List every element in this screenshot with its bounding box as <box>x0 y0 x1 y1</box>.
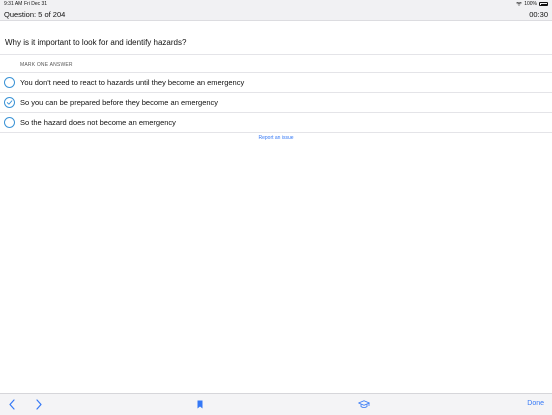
header-bar: Question: 5 of 204 00:30 <box>0 8 552 21</box>
answer-option-3[interactable]: So the hazard does not become an emergen… <box>0 112 552 133</box>
answer-instruction: MARK ONE ANSWER <box>20 62 73 68</box>
done-button[interactable]: Done <box>527 400 544 407</box>
answer-option-1[interactable]: You don't need to react to hazards until… <box>0 72 552 92</box>
radio-checked-icon[interactable] <box>4 97 15 108</box>
radio-unchecked-icon[interactable] <box>4 77 15 88</box>
answer-text: You don't need to react to hazards until… <box>20 78 245 87</box>
status-bar: 9:31 AM Fri Dec 31 100% <box>0 0 552 8</box>
status-date: Fri Dec 31 <box>24 1 48 7</box>
bottom-toolbar: Done <box>0 393 552 415</box>
bookmark-icon[interactable] <box>197 400 203 409</box>
checkmark-icon <box>6 100 13 105</box>
wifi-icon <box>516 2 523 6</box>
graduation-cap-icon[interactable] <box>358 400 370 409</box>
battery-percent: 100% <box>524 1 537 7</box>
answer-text: So the hazard does not become an emergen… <box>20 118 176 127</box>
report-issue-link[interactable]: Report an issue <box>0 135 552 141</box>
answer-list: You don't need to react to hazards until… <box>0 72 552 133</box>
question-counter: Question: 5 of 204 <box>4 10 66 19</box>
divider <box>0 54 552 55</box>
battery-icon <box>539 2 548 6</box>
answer-text: So you can be prepared before they becom… <box>20 98 219 107</box>
answer-option-2[interactable]: So you can be prepared before they becom… <box>0 92 552 112</box>
radio-unchecked-icon[interactable] <box>4 117 15 128</box>
forward-chevron-icon[interactable] <box>35 399 43 410</box>
status-right: 100% <box>516 1 548 7</box>
status-time: 9:31 AM <box>4 1 23 7</box>
back-chevron-icon[interactable] <box>8 399 16 410</box>
timer: 00:30 <box>529 10 548 19</box>
question-text: Why is it important to look for and iden… <box>5 38 187 47</box>
